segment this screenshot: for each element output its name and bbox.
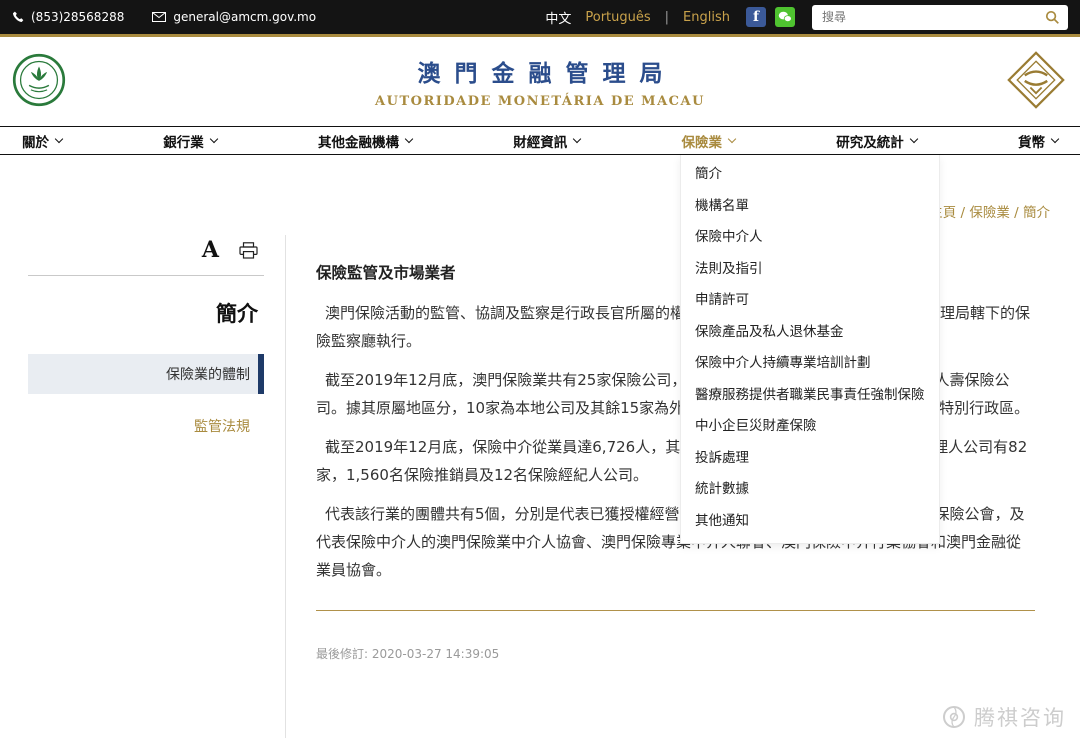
- sidebar-item-regulations[interactable]: 監管法規: [28, 416, 264, 436]
- dropdown-item-cpd-program[interactable]: 保險中介人持續專業培訓計劃: [681, 348, 939, 380]
- search-input[interactable]: [820, 9, 1045, 25]
- lang-portuguese[interactable]: Português: [585, 10, 650, 25]
- nav-label: 其他金融機構: [318, 131, 399, 151]
- nav-label: 關於: [22, 131, 49, 151]
- dropdown-item-sme-catastrophe-insurance[interactable]: 中小企巨災財產保險: [681, 411, 939, 443]
- dropdown-item-rules-guidelines[interactable]: 法則及指引: [681, 254, 939, 286]
- chevron-down-icon: [573, 134, 581, 142]
- chevron-down-icon: [55, 134, 63, 142]
- nav-label: 貨幣: [1018, 131, 1045, 151]
- main-navigation: 關於 銀行業 其他金融機構 財經資訊 保險業 研究及統計 貨幣: [0, 126, 1080, 155]
- language-switcher: 中文 Português | English: [545, 8, 730, 27]
- dropdown-item-products-pension-funds[interactable]: 保險產品及私人退休基金: [681, 317, 939, 349]
- dropdown-item-complaints[interactable]: 投訴處理: [681, 443, 939, 475]
- watermark: 腾祺咨询: [941, 702, 1066, 732]
- phone-icon: [12, 11, 24, 23]
- amcm-diamond-logo: [1006, 50, 1066, 114]
- last-modified: 最後修訂: 2020-03-27 14:39:05: [316, 645, 1035, 662]
- facebook-icon[interactable]: f: [746, 7, 766, 27]
- content-gold-divider: [316, 610, 1035, 611]
- facebook-glyph: f: [753, 9, 759, 25]
- print-icon[interactable]: [239, 242, 258, 259]
- site-title-chinese: 澳門金融管理局: [375, 54, 705, 88]
- sidebar: A 簡介 保險業的體制 監管法規: [0, 235, 285, 738]
- dropdown-item-intro[interactable]: 簡介: [681, 159, 939, 191]
- nav-item-about[interactable]: 關於: [22, 131, 62, 151]
- site-title: 澳門金融管理局 AUTORIDADE MONETÁRIA DE MACAU: [375, 54, 705, 109]
- page-tools: A: [28, 235, 264, 265]
- phone-number: (853)28568288: [31, 10, 124, 24]
- chevron-down-icon: [910, 134, 918, 142]
- phone-contact[interactable]: (853)28568288: [12, 10, 124, 24]
- wechat-bubbles-icon: [778, 11, 792, 23]
- breadcrumb-separator: /: [1010, 205, 1023, 221]
- sidebar-item-insurance-system[interactable]: 保險業的體制: [28, 354, 264, 394]
- top-utility-bar: (853)28568288 general@amcm.gov.mo 中文 Por…: [0, 0, 1080, 34]
- amcm-page: (853)28568288 general@amcm.gov.mo 中文 Por…: [0, 0, 1080, 738]
- font-resize-button[interactable]: A: [202, 239, 219, 261]
- breadcrumb-separator: /: [956, 205, 969, 221]
- chevron-down-icon: [405, 134, 413, 142]
- lang-chinese[interactable]: 中文: [545, 8, 571, 27]
- nav-item-currency[interactable]: 貨幣: [1018, 131, 1058, 151]
- search-icon[interactable]: [1045, 10, 1060, 25]
- breadcrumb-intro[interactable]: 簡介: [1023, 205, 1050, 221]
- sidebar-divider: [28, 275, 264, 276]
- chevron-down-icon: [1051, 134, 1059, 142]
- sidebar-menu: 保險業的體制 監管法規: [28, 354, 264, 436]
- nav-label: 研究及統計: [836, 131, 904, 151]
- nav-label: 財經資訊: [513, 131, 567, 151]
- dropdown-item-licensing[interactable]: 申請許可: [681, 285, 939, 317]
- email-icon: [152, 12, 166, 22]
- wechat-icon[interactable]: [775, 7, 795, 27]
- email-contact[interactable]: general@amcm.gov.mo: [152, 10, 316, 24]
- dropdown-item-institutions-list[interactable]: 機構名單: [681, 191, 939, 223]
- site-title-portuguese: AUTORIDADE MONETÁRIA DE MACAU: [375, 94, 705, 109]
- insurance-dropdown-menu: 簡介 機構名單 保險中介人 法則及指引 申請許可 保險產品及私人退休基金 保險中…: [680, 155, 940, 544]
- chevron-down-icon: [728, 134, 736, 142]
- chevron-down-icon: [210, 134, 218, 142]
- dropdown-item-intermediaries[interactable]: 保險中介人: [681, 222, 939, 254]
- nav-item-banking[interactable]: 銀行業: [163, 131, 217, 151]
- watermark-text: 腾祺咨询: [974, 702, 1066, 732]
- nav-item-research-statistics[interactable]: 研究及統計: [836, 131, 917, 151]
- dropdown-item-other-notices[interactable]: 其他通知: [681, 506, 939, 538]
- lang-english[interactable]: English: [683, 10, 730, 25]
- nav-item-other-financial-institutions[interactable]: 其他金融機構: [318, 131, 412, 151]
- dropdown-item-statistics[interactable]: 統計數據: [681, 474, 939, 506]
- nav-label: 保險業: [682, 131, 723, 151]
- nav-item-financial-info[interactable]: 財經資訊: [513, 131, 580, 151]
- email-address: general@amcm.gov.mo: [173, 10, 316, 24]
- dropdown-item-medical-liability-insurance[interactable]: 醫療服務提供者職業民事責任強制保險: [681, 380, 939, 412]
- site-header: 澳門金融管理局 AUTORIDADE MONETÁRIA DE MACAU: [0, 37, 1080, 126]
- watermark-logo-icon: [941, 704, 967, 730]
- search-box: [812, 5, 1068, 30]
- nav-label: 銀行業: [163, 131, 204, 151]
- nav-item-insurance[interactable]: 保險業: [682, 131, 736, 151]
- lang-separator: |: [665, 10, 669, 25]
- sidebar-section-title: 簡介: [28, 298, 264, 328]
- breadcrumb-insurance[interactable]: 保險業: [969, 205, 1010, 221]
- macau-seal-logo[interactable]: [12, 53, 66, 111]
